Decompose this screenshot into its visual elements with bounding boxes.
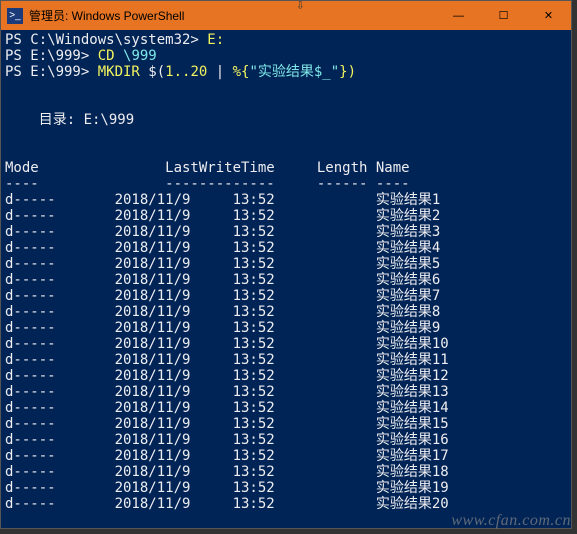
table-row: d----- 2018/11/9 13:52 实验结果13: [5, 384, 567, 400]
maximize-button[interactable]: ☐: [481, 1, 526, 30]
minimize-button[interactable]: —: [436, 1, 481, 30]
table-row: d----- 2018/11/9 13:52 实验结果10: [5, 336, 567, 352]
table-row: d----- 2018/11/9 13:52 实验结果11: [5, 352, 567, 368]
powershell-window: >_ 管理员: Windows PowerShell — ☐ ✕ PS C:\W…: [0, 0, 572, 529]
dir-header: 目录: E:\999: [5, 112, 567, 128]
close-button[interactable]: ✕: [526, 1, 571, 30]
table-row: d----- 2018/11/9 13:52 实验结果18: [5, 464, 567, 480]
terminal-line: PS E:\999> MKDIR $(1..20 | %{"实验结果$_"}): [5, 64, 567, 80]
table-row: d----- 2018/11/9 13:52 实验结果1: [5, 192, 567, 208]
table-row: d----- 2018/11/9 13:52 实验结果8: [5, 304, 567, 320]
terminal-line: PS E:\999> CD \999: [5, 48, 567, 64]
window-controls: — ☐ ✕: [436, 1, 571, 30]
table-row: d----- 2018/11/9 13:52 实验结果6: [5, 272, 567, 288]
powershell-icon: >_: [7, 8, 23, 24]
table-row: d----- 2018/11/9 13:52 实验结果3: [5, 224, 567, 240]
table-row: d----- 2018/11/9 13:52 实验结果4: [5, 240, 567, 256]
table-row: d----- 2018/11/9 13:52 实验结果14: [5, 400, 567, 416]
table-row: d----- 2018/11/9 13:52 实验结果7: [5, 288, 567, 304]
table-header: Mode LastWriteTime Length Name: [5, 160, 567, 176]
terminal-area[interactable]: PS C:\Windows\system32> E:PS E:\999> CD …: [1, 30, 571, 528]
terminal-line: PS C:\Windows\system32> E:: [5, 32, 567, 48]
table-row: d----- 2018/11/9 13:52 实验结果5: [5, 256, 567, 272]
cursor-arrow-icon: ⇩: [296, 0, 304, 13]
window-title: 管理员: Windows PowerShell: [29, 7, 436, 24]
table-row: d----- 2018/11/9 13:52 实验结果19: [5, 480, 567, 496]
table-row: d----- 2018/11/9 13:52 实验结果15: [5, 416, 567, 432]
titlebar[interactable]: >_ 管理员: Windows PowerShell — ☐ ✕: [1, 1, 571, 30]
table-row: d----- 2018/11/9 13:52 实验结果12: [5, 368, 567, 384]
table-row: d----- 2018/11/9 13:52 实验结果2: [5, 208, 567, 224]
watermark-text: www.cfan.com.cn: [451, 512, 571, 530]
table-row: d----- 2018/11/9 13:52 实验结果17: [5, 448, 567, 464]
table-row: d----- 2018/11/9 13:52 实验结果20: [5, 496, 567, 512]
table-row: d----- 2018/11/9 13:52 实验结果9: [5, 320, 567, 336]
table-row: d----- 2018/11/9 13:52 实验结果16: [5, 432, 567, 448]
table-underline: ---- ------------- ------ ----: [5, 176, 567, 192]
